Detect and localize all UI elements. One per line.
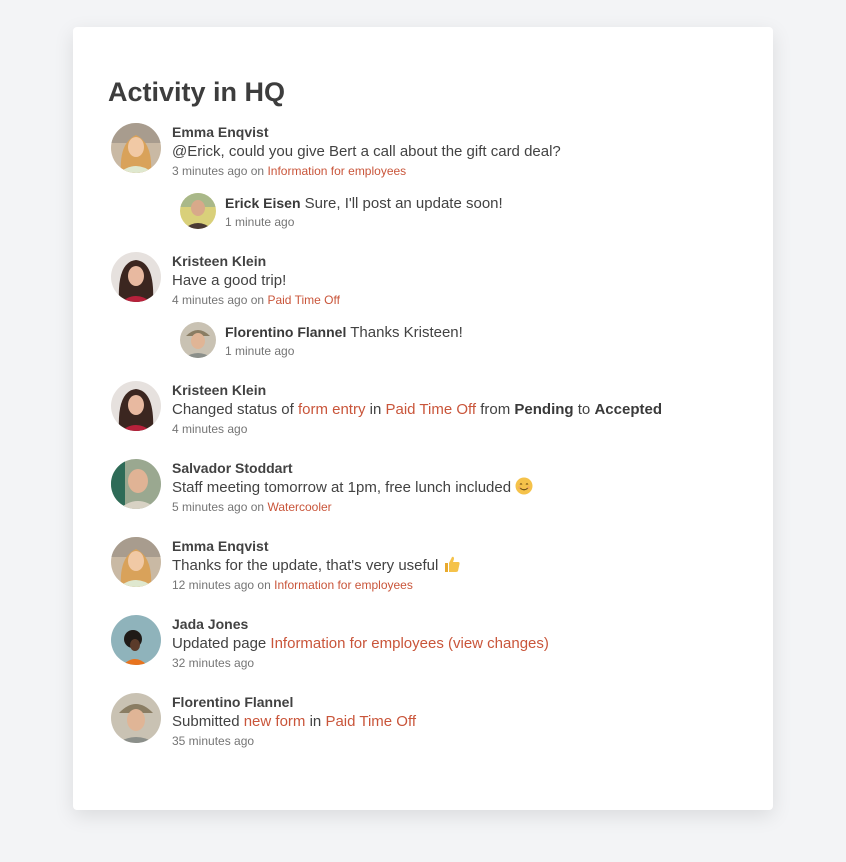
activity-item: Florentino Flannel Submitted new form in… — [108, 693, 738, 749]
timestamp: 12 minutes ago — [172, 578, 255, 592]
author-name[interactable]: Florentino Flannel — [172, 693, 738, 711]
activity-message: @Erick, could you give Bert a call about… — [172, 143, 561, 160]
avatar[interactable] — [180, 193, 216, 229]
author-name[interactable]: Jada Jones — [172, 615, 738, 633]
activity-card: Activity in HQ Emma Enqvist @Erick, coul… — [73, 27, 773, 810]
activity-message: Have a good trip! — [172, 272, 287, 289]
new-status: Accepted — [594, 401, 662, 418]
timestamp: 1 minute ago — [225, 215, 295, 229]
page-title: Activity in HQ — [108, 77, 286, 107]
on-label: on — [250, 293, 265, 307]
message-text: in — [309, 713, 322, 730]
form-entry-link[interactable]: form entry — [298, 401, 366, 418]
author-name[interactable]: Emma Enqvist — [172, 537, 738, 555]
message-text: Changed status of — [172, 401, 294, 418]
avatar[interactable] — [111, 252, 161, 302]
location-link[interactable]: Information for employees — [267, 164, 406, 178]
location-link[interactable]: Paid Time Off — [325, 713, 416, 730]
activity-meta: 5 minutes ago on Watercooler — [172, 499, 738, 515]
activity-item: Emma Enqvist Thanks for the update, that… — [108, 537, 738, 593]
avatar[interactable] — [111, 615, 161, 665]
smiling-face-emoji — [515, 477, 533, 495]
author-name[interactable]: Emma Enqvist — [172, 123, 738, 141]
message-text: in — [369, 401, 382, 418]
timestamp: 4 minutes ago — [172, 422, 248, 436]
avatar[interactable] — [111, 459, 161, 509]
activity-message: Changed status of form entry in Paid Tim… — [172, 399, 738, 421]
activity-meta: 4 minutes ago on Paid Time Off — [172, 292, 738, 308]
author-name[interactable]: Kristeen Klein — [172, 252, 738, 270]
avatar[interactable] — [111, 537, 161, 587]
activity-meta: 3 minutes ago on Information for employe… — [172, 163, 738, 179]
avatar[interactable] — [111, 381, 161, 431]
location-link[interactable]: Information for employees — [274, 578, 413, 592]
reply-author[interactable]: Erick Eisen — [225, 195, 301, 211]
avatar[interactable] — [111, 693, 161, 743]
author-name[interactable]: Kristeen Klein — [172, 381, 738, 399]
message-text: from — [480, 401, 511, 418]
message-text: Submitted — [172, 713, 240, 730]
timestamp: 3 minutes ago — [172, 164, 248, 178]
message-text: Updated page — [172, 635, 267, 652]
message-text: Thanks for the update, that's very usefu… — [172, 557, 439, 574]
reply-author[interactable]: Florentino Flannel — [225, 324, 346, 340]
timestamp: 5 minutes ago — [172, 500, 248, 514]
author-name[interactable]: Salvador Stoddart — [172, 459, 738, 477]
on-label: on — [250, 164, 265, 178]
thumbs-up-emoji — [444, 556, 460, 572]
on-label: on — [257, 578, 271, 592]
form-link[interactable]: new form — [244, 713, 306, 730]
activity-item: Jada Jones Updated page Information for … — [108, 615, 738, 671]
timestamp: 4 minutes ago — [172, 293, 248, 307]
message-text: to — [577, 401, 591, 418]
timestamp: 1 minute ago — [225, 344, 295, 358]
activity-message: Thanks for the update, that's very usefu… — [172, 555, 738, 577]
timestamp: 35 minutes ago — [172, 734, 255, 748]
reply-message: Thanks Kristeen! — [350, 324, 463, 341]
page-link[interactable]: Information for employees (view changes) — [270, 635, 548, 652]
timestamp: 32 minutes ago — [172, 656, 255, 670]
activity-feed: Emma Enqvist @Erick, could you give Bert… — [108, 123, 738, 749]
avatar[interactable] — [111, 123, 161, 173]
reply: Erick Eisen Sure, I'll post an update so… — [172, 193, 738, 230]
old-status: Pending — [514, 401, 574, 418]
reply: Florentino Flannel Thanks Kristeen! 1 mi… — [172, 322, 738, 359]
avatar[interactable] — [180, 322, 216, 358]
activity-message: Updated page Information for employees (… — [172, 633, 738, 655]
activity-item: Kristeen Klein Changed status of form en… — [108, 381, 738, 437]
location-link[interactable]: Paid Time Off — [267, 293, 339, 307]
activity-message: Staff meeting tomorrow at 1pm, free lunc… — [172, 477, 738, 499]
activity-item: Salvador Stoddart Staff meeting tomorrow… — [108, 459, 738, 515]
activity-item: Kristeen Klein Have a good trip! 4 minut… — [108, 252, 738, 359]
activity-message: Submitted new form in Paid Time Off — [172, 711, 738, 733]
location-link[interactable]: Paid Time Off — [385, 401, 476, 418]
location-link[interactable]: Watercooler — [267, 500, 331, 514]
message-text: Staff meeting tomorrow at 1pm, free lunc… — [172, 479, 512, 496]
activity-meta: 12 minutes ago on Information for employ… — [172, 577, 738, 593]
activity-item: Emma Enqvist @Erick, could you give Bert… — [108, 123, 738, 230]
reply-message: Sure, I'll post an update soon! — [304, 195, 503, 212]
on-label: on — [250, 500, 265, 514]
